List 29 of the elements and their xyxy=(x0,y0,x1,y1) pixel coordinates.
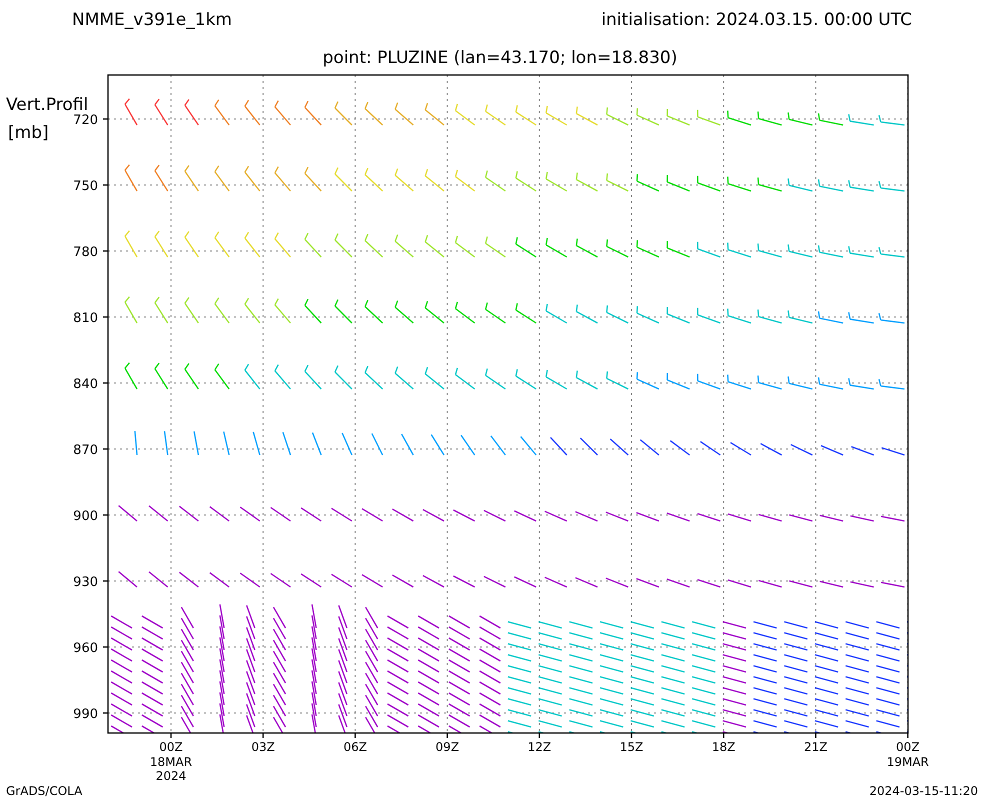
x-tick-label: 21Z xyxy=(804,740,828,754)
x-tick-label: 15Z xyxy=(620,740,644,754)
x-tick-label: 03Z xyxy=(251,740,275,754)
x-date-label: 18MAR xyxy=(150,755,192,769)
y-tick-label: 750 xyxy=(73,179,98,194)
y-tick-label: 930 xyxy=(73,575,98,590)
y-tick-label: 780 xyxy=(73,245,98,260)
x-date-label: 19MAR xyxy=(886,755,929,769)
y-axis-title: Vert.Profil xyxy=(6,95,88,115)
y-tick-label: 720 xyxy=(73,113,98,128)
x-tick-label: 09Z xyxy=(436,740,460,754)
initialisation-title: initialisation: 2024.03.15. 00:00 UTC xyxy=(601,10,912,30)
x-tick-label: 00Z xyxy=(159,740,183,754)
x-tick-label: 00Z xyxy=(896,740,920,754)
y-tick-label: 960 xyxy=(73,641,98,656)
x-tick-label: 12Z xyxy=(528,740,552,754)
y-tick-label: 900 xyxy=(73,509,98,524)
footer-timestamp: 2024-03-15-11:20 xyxy=(869,784,978,798)
y-tick-label: 810 xyxy=(73,311,98,326)
point-title: point: PLUZINE (lan=43.170; lon=18.830) xyxy=(322,48,678,68)
x-date-label: 2024 xyxy=(156,769,186,783)
y-tick-label: 870 xyxy=(73,443,98,458)
y-tick-label: 990 xyxy=(73,707,98,722)
footer-credit: GrADS/COLA xyxy=(6,784,82,798)
y-axis-title: [mb] xyxy=(8,123,49,143)
model-title: NMME_v391e_1km xyxy=(72,10,232,30)
x-tick-label: 18Z xyxy=(712,740,736,754)
x-tick-label: 06Z xyxy=(343,740,367,754)
y-tick-label: 840 xyxy=(73,377,98,392)
